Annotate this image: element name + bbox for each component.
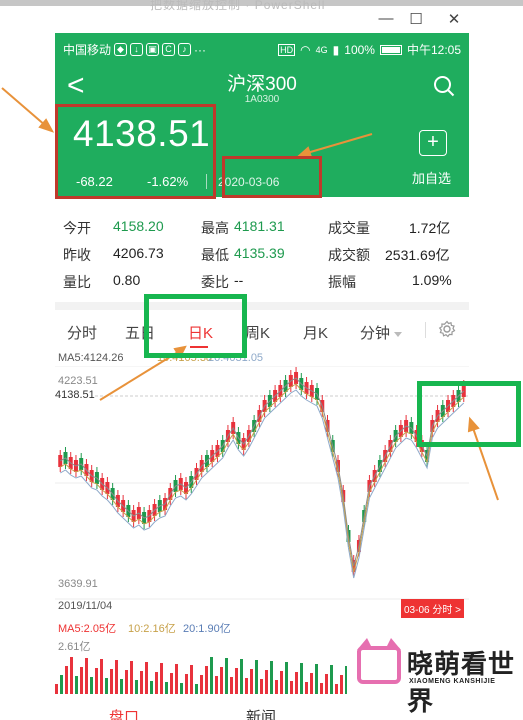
- annotation-arrow: [306, 133, 373, 154]
- highlight-date: [222, 156, 322, 198]
- highlight-price: [55, 104, 216, 199]
- highlight-daily-tab: [144, 294, 247, 358]
- annotation-arrow: [99, 351, 179, 401]
- app-screen: 把数据缩放控制 · PowerShell — ☐ ✕ 中国移动 ◆ ↓ ▣ C …: [0, 0, 523, 720]
- annotation-arrow: [1, 87, 47, 127]
- highlight-last-candles: [417, 381, 521, 447]
